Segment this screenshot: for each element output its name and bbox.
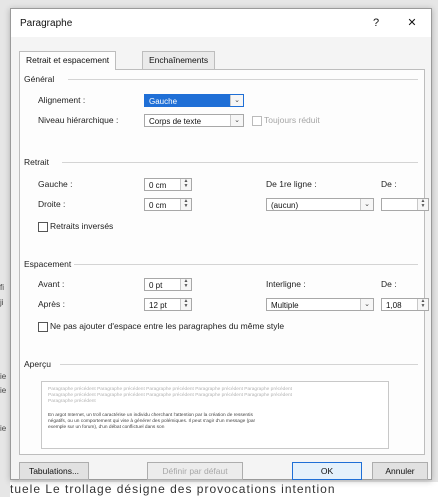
spacing-before-input[interactable]: 0 pt ▲ ▼ (144, 278, 192, 291)
close-button[interactable]: ✕ (402, 14, 422, 32)
preview-previous-line: Paragraphe précédent Paragraphe précéden… (48, 387, 293, 392)
spinner-arrows-icon[interactable]: ▲ ▼ (180, 279, 191, 290)
chevron-down-icon: ⌄ (230, 115, 243, 126)
no-space-same-style-label: Ne pas ajouter d'espace entre les paragr… (50, 321, 285, 331)
mirror-indents-label: Retraits inversés (50, 221, 114, 231)
chevron-down-icon: ⌄ (360, 299, 373, 310)
indent-by-label: De : (381, 179, 397, 189)
spacing-at-label: De : (381, 279, 397, 289)
background-text-fragment: ji (0, 298, 4, 307)
background-text-fragment: ie (0, 386, 7, 395)
section-title-spacing: Espacement (24, 259, 72, 269)
alignment-select[interactable]: Gauche ⌄ (144, 94, 244, 107)
no-space-same-style-checkbox[interactable] (38, 322, 48, 332)
outline-level-value: Corps de texte (149, 117, 202, 126)
collapsed-label: Toujours réduit (264, 115, 320, 125)
spinner-arrows-icon[interactable]: ▲ ▼ (417, 199, 428, 210)
first-line-value: (aucun) (271, 201, 299, 210)
section-title-indentation: Retrait (24, 157, 50, 167)
line-spacing-value: Multiple (271, 301, 299, 310)
chevron-down-icon: ⌄ (230, 95, 243, 106)
spacing-after-value: 12 pt (149, 301, 167, 310)
indent-left-value: 0 cm (149, 181, 167, 190)
preview-body-line: négatifs, ou un comportement qui vise à … (48, 419, 256, 424)
preview-body-line: exemple sur un forum), d'un débat confli… (48, 425, 165, 430)
tabs-button[interactable]: Tabulations... (19, 462, 89, 480)
ok-button[interactable]: OK (292, 462, 362, 480)
preview-previous-line: Paragraphe précédent (48, 399, 96, 404)
indent-right-label: Droite : (38, 199, 66, 209)
tab-line-page-breaks[interactable]: Enchaînements (142, 51, 216, 69)
background-text-fragment: fi (0, 283, 4, 292)
spinner-arrows-icon[interactable]: ▲ ▼ (180, 199, 191, 210)
mirror-indents-checkbox[interactable] (38, 222, 48, 232)
background-text-fragment: ie (0, 372, 7, 381)
indent-right-value: 0 cm (149, 201, 167, 210)
paragraph-dialog: Paragraphe ? ✕ Retrait et espacement Enc… (10, 8, 432, 480)
alignment-value: Gauche (149, 97, 178, 106)
dialog-title: Paragraphe (20, 18, 73, 29)
title-bar: Paragraphe ? ✕ (11, 9, 431, 37)
section-divider (74, 264, 418, 265)
line-spacing-label: Interligne : (266, 279, 306, 289)
section-divider (60, 364, 418, 365)
spacing-at-value: 1,08 (386, 301, 402, 310)
spacing-at-input[interactable]: 1,08 ▲ ▼ (381, 298, 429, 311)
line-spacing-select[interactable]: Multiple ⌄ (266, 298, 374, 311)
indent-right-input[interactable]: 0 cm ▲ ▼ (144, 198, 192, 211)
preview-box: Paragraphe précédent Paragraphe précéden… (41, 381, 389, 449)
spinner-arrows-icon[interactable]: ▲ ▼ (180, 179, 191, 190)
section-title-general: Général (24, 74, 55, 84)
preview-body-line: En argot Internet, un troll caractérise … (48, 413, 253, 418)
tab-indents-spacing[interactable]: Retrait et espacement (19, 51, 117, 70)
alignment-label: Alignement : (38, 95, 86, 105)
first-line-select[interactable]: (aucun) ⌄ (266, 198, 374, 211)
document-text-line: tuele Le trollage désigne des provocatio… (10, 482, 438, 497)
indent-left-input[interactable]: 0 cm ▲ ▼ (144, 178, 192, 191)
tab-panel: Général Alignement : Gauche ⌄ Niveau hié… (19, 69, 429, 455)
section-title-preview: Aperçu (24, 359, 51, 369)
indent-by-input[interactable]: ▲ ▼ (381, 198, 429, 211)
help-button[interactable]: ? (366, 14, 386, 32)
spinner-arrows-icon[interactable]: ▲ ▼ (180, 299, 191, 310)
cancel-button[interactable]: Annuler (372, 462, 428, 480)
section-divider (62, 162, 418, 163)
background-text-fragment: ie (0, 424, 7, 433)
chevron-down-icon: ⌄ (360, 199, 373, 210)
first-line-label: De 1re ligne : (266, 179, 317, 189)
spacing-after-input[interactable]: 12 pt ▲ ▼ (144, 298, 192, 311)
outline-level-label: Niveau hiérarchique : (38, 115, 119, 125)
spacing-before-label: Avant : (38, 279, 65, 289)
set-default-button[interactable]: Définir par défaut (147, 462, 243, 480)
spinner-arrows-icon[interactable]: ▲ ▼ (417, 299, 428, 310)
preview-previous-line: Paragraphe précédent Paragraphe précéden… (48, 393, 293, 398)
section-divider (68, 79, 418, 80)
collapsed-checkbox[interactable] (252, 116, 262, 126)
spacing-after-label: Après : (38, 299, 65, 309)
spacing-before-value: 0 pt (149, 281, 163, 290)
outline-level-select[interactable]: Corps de texte ⌄ (144, 114, 244, 127)
indent-left-label: Gauche : (38, 179, 73, 189)
